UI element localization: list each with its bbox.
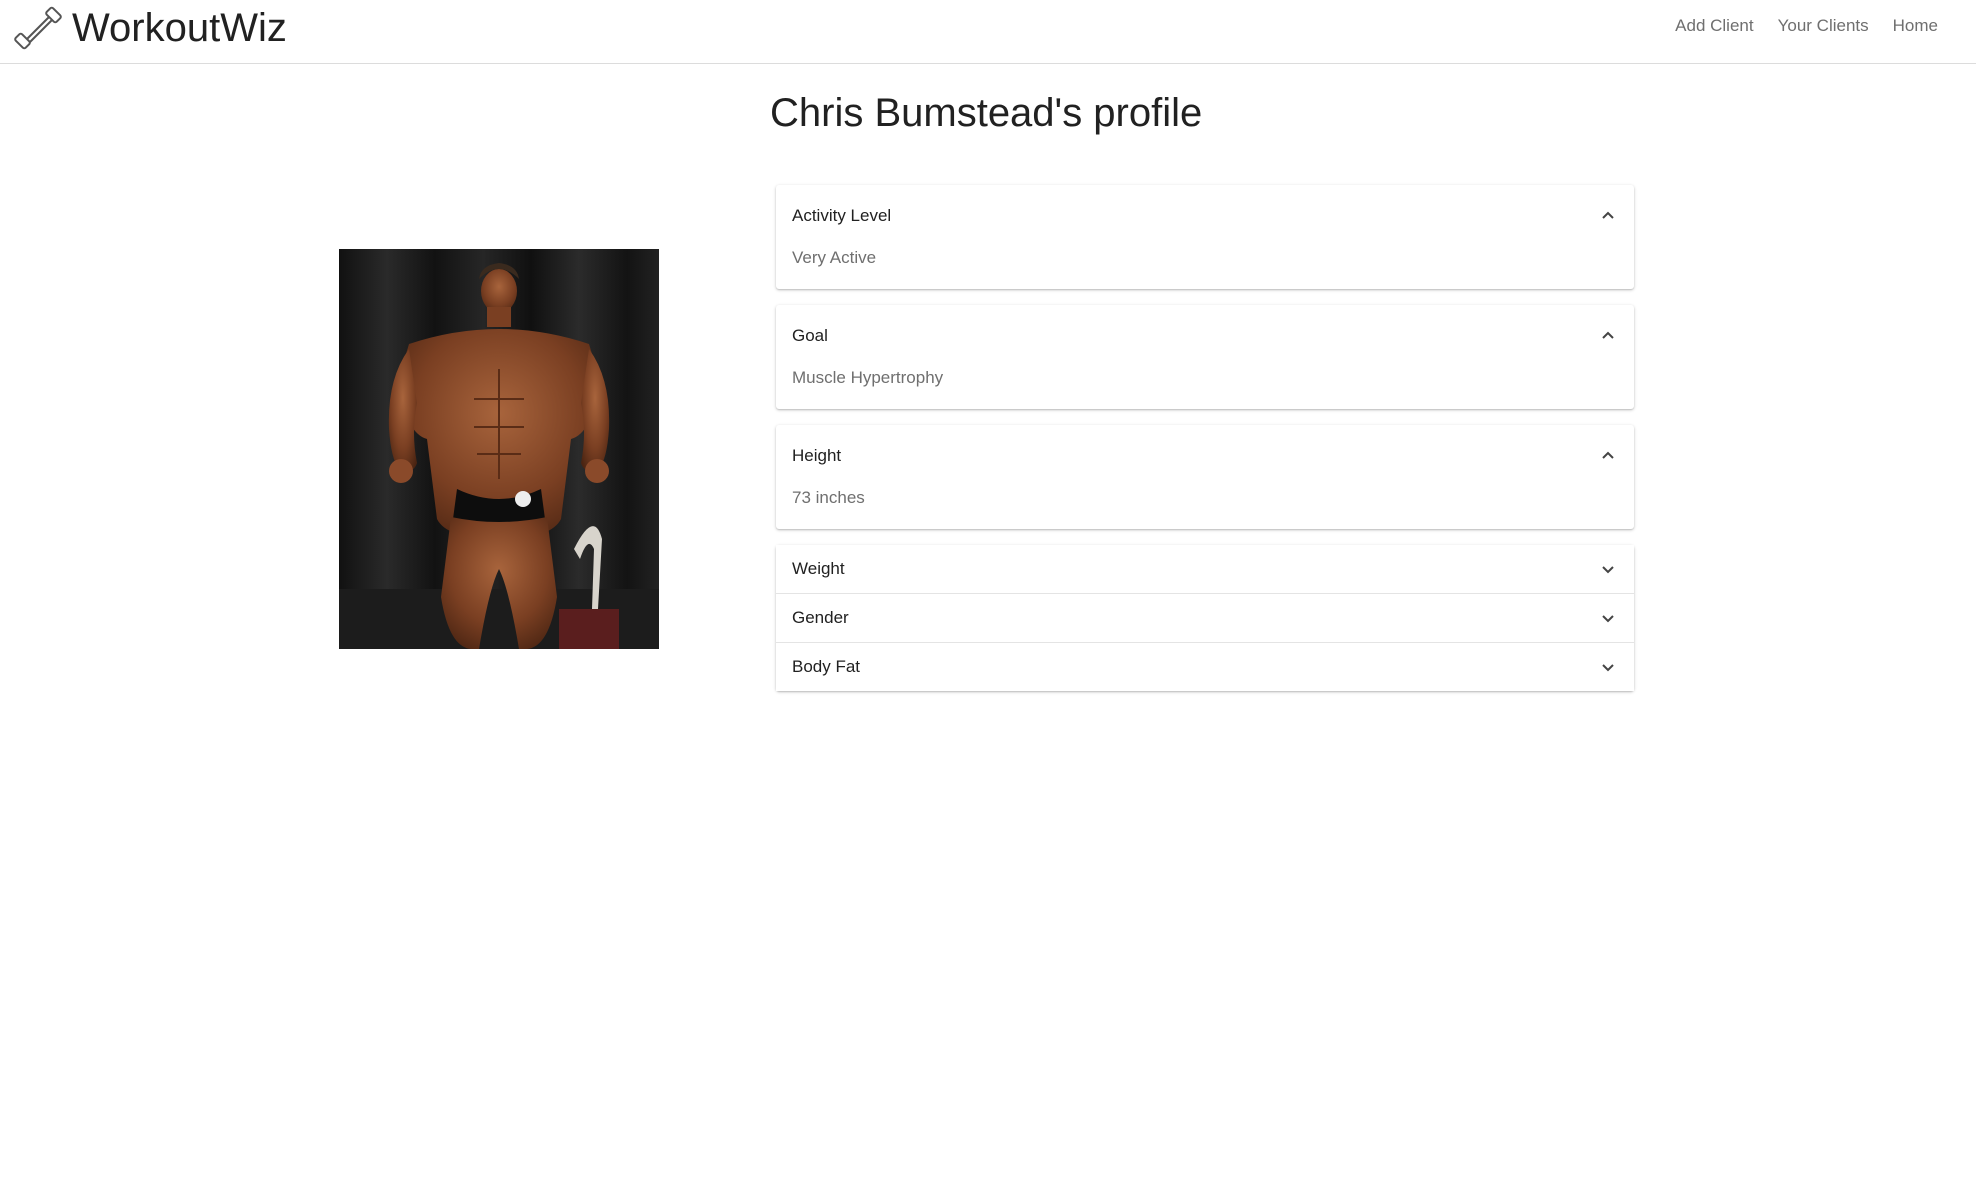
panel-height: Height 73 inches [776,425,1634,529]
page-title: Chris Bumstead's profile [770,91,1203,135]
panel-label: Body Fat [792,657,861,676]
dumbbell-icon [14,6,62,50]
panel-header-activity-level[interactable]: Activity Level [776,185,1634,247]
panel-value: Muscle Hypertrophy [792,368,944,387]
panel-label: Gender [792,608,849,627]
chevron-up-icon [1602,331,1614,339]
nav-links: Add Client Your Clients Home [1675,14,1938,38]
chevron-down-icon [1602,566,1614,574]
chevron-up-icon [1602,211,1614,219]
chevron-down-icon [1602,615,1614,623]
nav-add-client[interactable]: Add Client [1675,14,1753,38]
panel-value: 73 inches [792,488,865,507]
panel-label: Height [792,446,842,465]
panel-header-goal[interactable]: Goal [776,305,1634,367]
panel-value: Very Active [792,248,877,267]
panel-label: Weight [792,559,845,578]
top-navbar: WorkoutWiz Add Client Your Clients Home [0,0,1976,64]
panel-label: Goal [792,326,828,345]
panel-header-weight[interactable]: Weight [776,545,1634,593]
panel-header-body-fat[interactable]: Body Fat [776,643,1634,691]
collapsed-panel-group: Weight Gender Body Fat [776,545,1634,691]
brand[interactable]: WorkoutWiz [14,4,287,52]
chevron-down-icon [1602,664,1614,672]
panel-header-gender[interactable]: Gender [776,594,1634,642]
panel-body-fat: Body Fat [776,642,1634,691]
panel-activity-level: Activity Level Very Active [776,185,1634,289]
panel-header-height[interactable]: Height [776,425,1634,487]
nav-your-clients[interactable]: Your Clients [1778,14,1869,38]
panel-gender: Gender [776,593,1634,642]
panel-goal: Goal Muscle Hypertrophy [776,305,1634,409]
chevron-up-icon [1602,451,1614,459]
brand-name: WorkoutWiz [72,6,287,50]
nav-home[interactable]: Home [1893,14,1938,38]
panel-weight: Weight [776,545,1634,593]
panel-label: Activity Level [792,206,892,225]
profile-photo [339,249,659,649]
profile-accordion: Activity Level Very Active Goal Muscle H… [776,185,1634,691]
